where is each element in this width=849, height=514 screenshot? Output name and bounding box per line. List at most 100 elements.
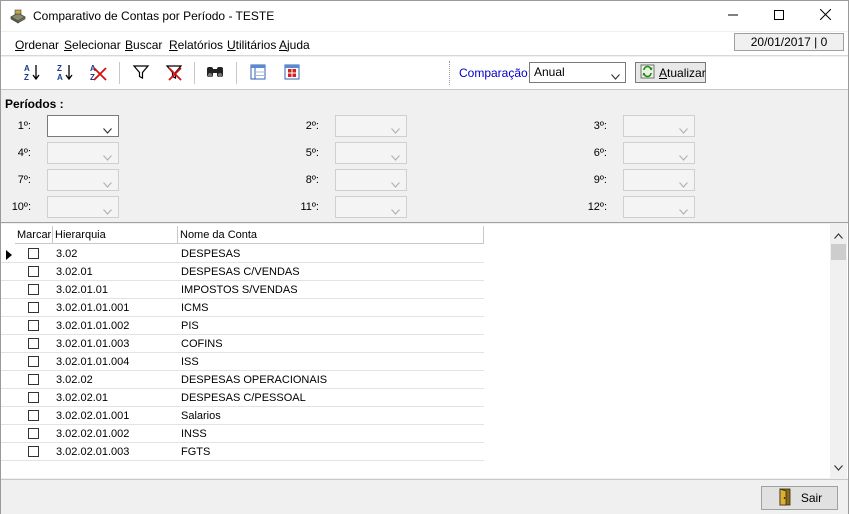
svg-text:A: A	[57, 73, 63, 82]
svg-text:Z: Z	[57, 64, 62, 73]
row-checkbox[interactable]	[28, 374, 39, 385]
period-7-select[interactable]	[47, 169, 119, 191]
cell-account-name: COFINS	[181, 338, 223, 350]
column-header-marcar[interactable]: Marcar	[15, 226, 53, 244]
menu-buscar-label: uscar	[133, 38, 163, 52]
search-button[interactable]	[203, 61, 227, 85]
table-row[interactable]: 3.02.02.01 DESPESAS C/PESSOAL	[1, 389, 484, 407]
clear-filter-icon	[165, 63, 183, 84]
scroll-down-button[interactable]	[830, 460, 847, 474]
row-checkbox[interactable]	[28, 428, 39, 439]
period-11-select[interactable]	[335, 196, 407, 218]
period-2-select[interactable]	[335, 115, 407, 137]
sort-descending-button[interactable]: Z A	[53, 61, 77, 85]
row-checkbox[interactable]	[28, 302, 39, 313]
period-1-label: 1º:	[17, 120, 31, 132]
clear-filter-button[interactable]	[162, 61, 186, 85]
chevron-up-icon	[834, 228, 843, 242]
toolbar-separator	[236, 62, 237, 84]
menu-ordenar-label: rdenar	[24, 38, 60, 52]
menu-selecionar[interactable]: Selecionar	[64, 38, 121, 52]
period-5-label: 5º:	[305, 147, 319, 159]
cell-account-name: DESPESAS C/PESSOAL	[181, 392, 306, 404]
period-4-select[interactable]	[47, 142, 119, 164]
row-checkbox[interactable]	[28, 284, 39, 295]
app-icon	[9, 8, 27, 24]
chevron-down-icon	[611, 69, 620, 83]
menu-ordenar[interactable]: Ordenar	[15, 38, 59, 52]
period-1-select[interactable]	[47, 115, 119, 137]
column-header-hierarquia[interactable]: Hierarquia	[53, 226, 178, 244]
scroll-thumb[interactable]	[831, 244, 846, 260]
menu-ajuda-mnemonic: A	[279, 38, 288, 52]
table-row[interactable]: 3.02.02.01.001 Salarios	[1, 407, 484, 425]
table-row[interactable]: 3.02.01.01.003 COFINS	[1, 335, 484, 353]
row-checkbox[interactable]	[28, 266, 39, 277]
footer: Sair	[1, 479, 848, 514]
table-row[interactable]: 3.02.02.01.003 FGTS	[1, 443, 484, 461]
close-button[interactable]	[802, 1, 848, 31]
table-row[interactable]: 3.02.01.01.004 ISS	[1, 353, 484, 371]
table-row[interactable]: 3.02.02.01.002 INSS	[1, 425, 484, 443]
cell-hierarchy: 3.02.01.01.004	[56, 356, 130, 368]
vertical-scrollbar[interactable]	[830, 224, 847, 478]
row-checkbox[interactable]	[28, 446, 39, 457]
svg-text:A: A	[24, 64, 30, 73]
chevron-down-icon	[679, 150, 688, 164]
accounts-grid: Marcar Hierarquia Nome da Conta 3.02 DESP…	[1, 224, 848, 478]
row-checkbox[interactable]	[28, 338, 39, 349]
menu-relatorios[interactable]: Relatórios	[169, 38, 223, 52]
table-row[interactable]: 3.02.02 DESPESAS OPERACIONAIS	[1, 371, 484, 389]
period-6-select[interactable]	[623, 142, 695, 164]
period-9-select[interactable]	[623, 169, 695, 191]
comparison-select[interactable]: Anual	[529, 62, 626, 83]
menu-utilitarios[interactable]: Utilitários	[227, 38, 276, 52]
column-header-nome-da-conta[interactable]: Nome da Conta	[178, 226, 484, 244]
table-row[interactable]: 3.02 DESPESAS	[1, 245, 484, 263]
cell-hierarchy: 3.02	[56, 248, 78, 260]
cell-hierarchy: 3.02.02.01.001	[56, 410, 130, 422]
exit-label: Sair	[800, 491, 823, 505]
chevron-down-icon	[391, 177, 400, 191]
table-row[interactable]: 3.02.01.01.002 PIS	[1, 317, 484, 335]
chevron-down-icon	[834, 460, 843, 474]
table-row[interactable]: 3.02.01.01.001 ICMS	[1, 299, 484, 317]
grid-settings-button[interactable]	[280, 61, 304, 85]
toolbar-grip[interactable]	[449, 61, 451, 85]
clear-sort-button[interactable]: A Z	[86, 61, 110, 85]
maximize-button[interactable]	[756, 1, 802, 31]
periods-panel: Períodos : 1º: 4º: 7º: 10º: 2º: 5º: 8º:	[1, 91, 848, 223]
period-10-select[interactable]	[47, 196, 119, 218]
exit-button[interactable]: Sair	[761, 486, 838, 510]
row-checkbox[interactable]	[28, 248, 39, 259]
scroll-up-button[interactable]	[830, 228, 847, 242]
menu-bar: Ordenar Selecionar Buscar Relatórios Uti…	[1, 32, 848, 56]
period-3-select[interactable]	[623, 115, 695, 137]
menu-utilitarios-label: tilitários	[235, 38, 277, 52]
menu-relatorios-label: elatórios	[177, 38, 224, 52]
table-row[interactable]: 3.02.01.01 IMPOSTOS S/VENDAS	[1, 281, 484, 299]
row-checkbox[interactable]	[28, 320, 39, 331]
period-5-select[interactable]	[335, 142, 407, 164]
period-12-select[interactable]	[623, 196, 695, 218]
cell-account-name: DESPESAS OPERACIONAIS	[181, 374, 328, 386]
sort-ascending-button[interactable]: A Z	[20, 61, 44, 85]
svg-text:Z: Z	[90, 73, 95, 82]
clear-sort-icon: A Z	[88, 62, 108, 85]
refresh-button[interactable]: Atualizar	[635, 62, 706, 83]
period-8-select[interactable]	[335, 169, 407, 191]
cell-account-name: PIS	[181, 320, 199, 332]
column-layout-button[interactable]	[246, 61, 270, 85]
row-checkbox[interactable]	[28, 356, 39, 367]
minimize-button[interactable]	[710, 1, 756, 31]
row-checkbox[interactable]	[28, 410, 39, 421]
menu-buscar[interactable]: Buscar	[125, 38, 162, 52]
table-row[interactable]: 3.02.01 DESPESAS C/VENDAS	[1, 263, 484, 281]
svg-text:Z: Z	[24, 73, 29, 82]
chevron-down-icon	[679, 204, 688, 218]
cell-account-name: ISS	[181, 356, 199, 368]
cell-account-name: DESPESAS C/VENDAS	[181, 266, 300, 278]
menu-ajuda[interactable]: Ajuda	[279, 38, 310, 52]
row-checkbox[interactable]	[28, 392, 39, 403]
filter-button[interactable]	[129, 61, 153, 85]
